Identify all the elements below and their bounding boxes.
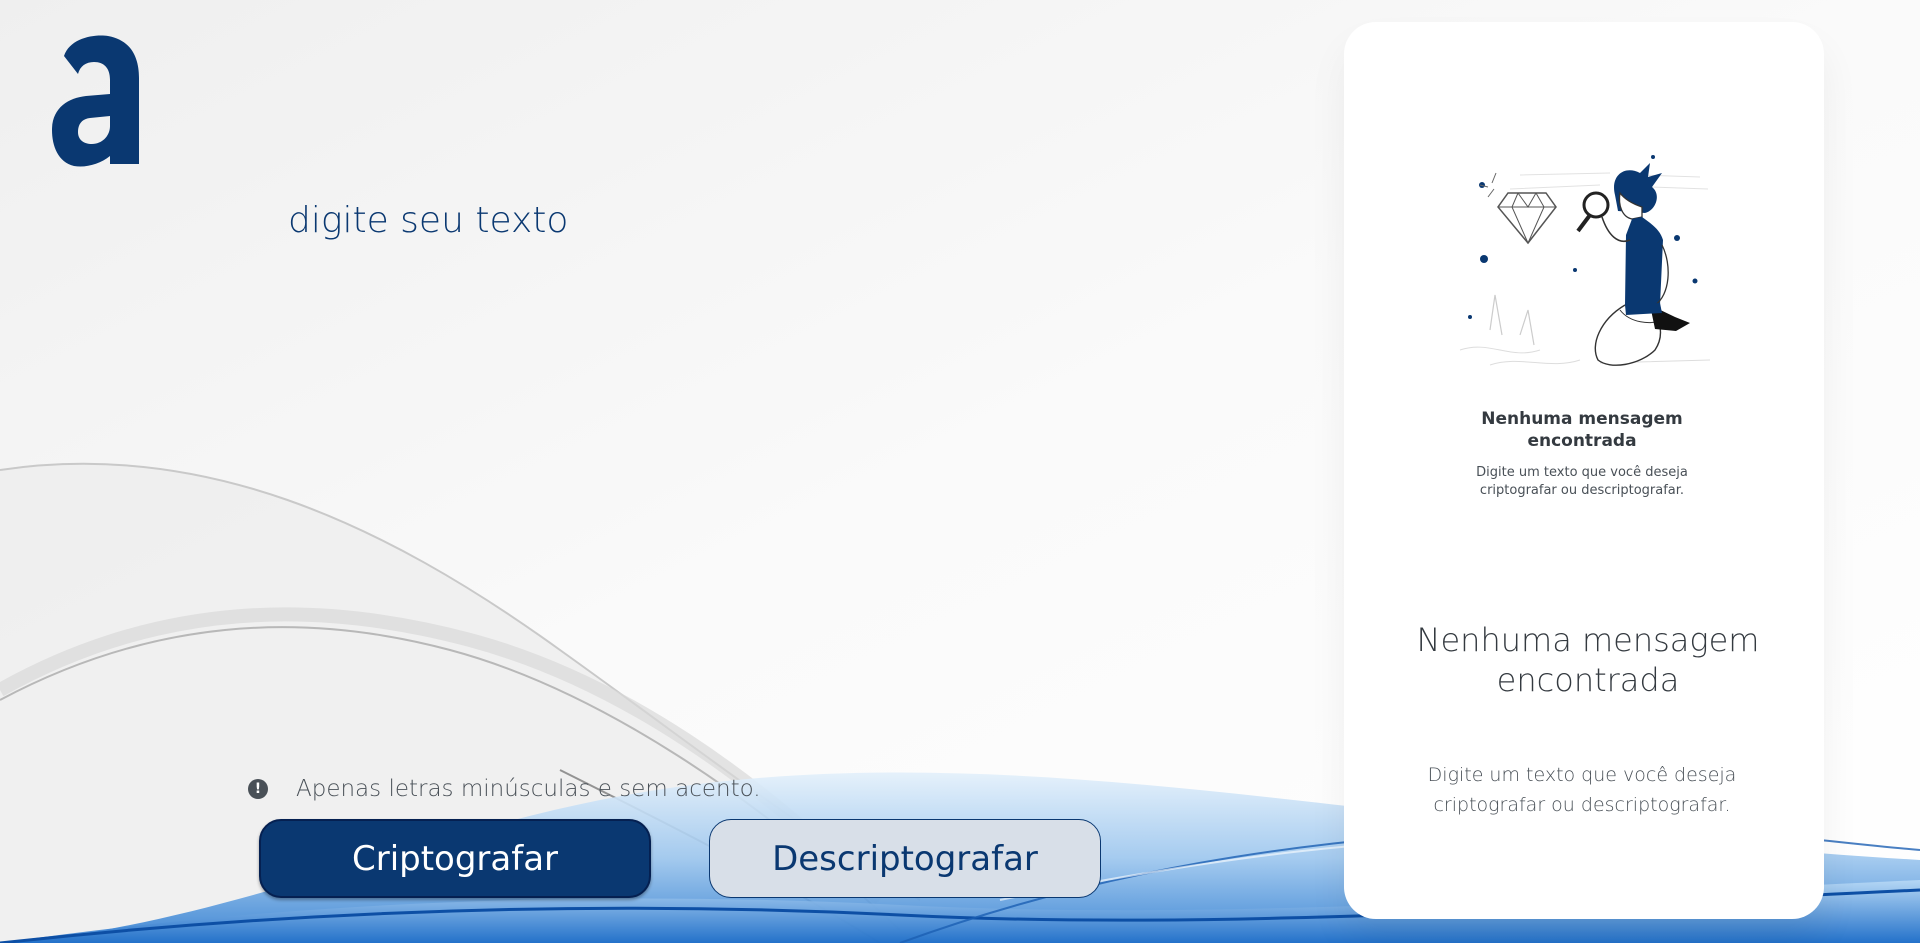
exclamation-icon: !: [248, 779, 268, 799]
illustration-text: Digite um texto que você deseja criptogr…: [1476, 465, 1688, 498]
decrypt-button-label: Descriptografar: [772, 838, 1038, 879]
decrypt-button[interactable]: Descriptografar: [709, 819, 1101, 898]
message-input[interactable]: [288, 200, 1268, 720]
hint-text: Apenas letras minúsculas e sem acento.: [296, 776, 761, 802]
result-text: Digite um texto que você deseja criptogr…: [1427, 764, 1737, 816]
person-with-magnifying-glass-illustration: [1459, 155, 1711, 366]
encrypt-button-label: Criptografar: [351, 838, 559, 879]
input-hint: ! Apenas letras minúsculas e sem acento.: [248, 774, 761, 804]
encrypt-button[interactable]: Criptografar: [259, 819, 651, 898]
result-title: Nenhuma mensagem encontrada: [1416, 621, 1760, 699]
illustration-title: Nenhuma mensagem encontrada: [1481, 409, 1683, 451]
alura-logo-icon[interactable]: [52, 34, 147, 169]
